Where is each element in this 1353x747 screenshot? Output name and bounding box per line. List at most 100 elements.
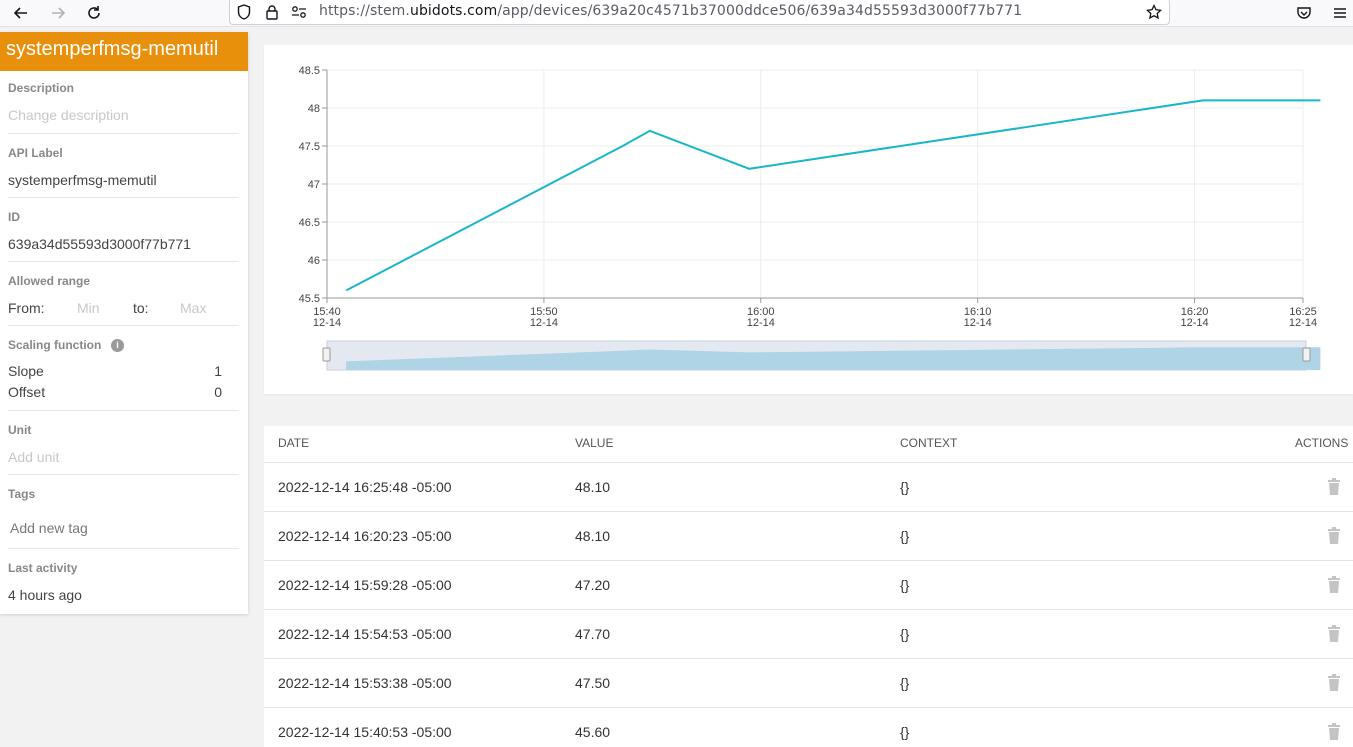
api-label-title: API Label <box>8 146 63 160</box>
range-navigator[interactable] <box>322 340 1321 371</box>
value-cell: 47.20 <box>575 577 611 593</box>
tags-title: Tags <box>8 487 36 501</box>
slope-value[interactable]: 1 <box>214 363 222 379</box>
forward-button[interactable] <box>47 3 69 23</box>
description-label: Description <box>8 81 75 95</box>
info-icon[interactable]: i <box>111 339 124 352</box>
date-cell: 2022-12-14 15:53:38 -05:00 <box>278 675 452 691</box>
from-label: From: <box>8 300 45 316</box>
value-cell: 47.50 <box>575 675 611 691</box>
shield-icon[interactable] <box>235 3 253 21</box>
max-input[interactable]: Max <box>180 300 206 316</box>
unit-input[interactable]: Add unit <box>8 449 59 465</box>
column-header-actions: ACTIONS <box>1295 436 1349 450</box>
x-tick-label-date: 12-14 <box>747 317 775 329</box>
back-button[interactable] <box>10 3 32 23</box>
url-text: https://stem.ubidots.com/app/devices/639… <box>319 3 1023 19</box>
date-cell: 2022-12-14 16:25:48 -05:00 <box>278 479 452 495</box>
unit-title: Unit <box>8 423 32 437</box>
date-cell: 2022-12-14 15:54:53 -05:00 <box>278 626 452 642</box>
browser-toolbar: https://stem.ubidots.com/app/devices/639… <box>0 0 1353 27</box>
reload-button[interactable] <box>83 3 105 23</box>
slope-label: Slope <box>8 363 44 379</box>
description-section: Description Change description <box>8 71 239 134</box>
line-chart[interactable]: 45.54646.54747.54848.5 15:4012-1415:5012… <box>264 45 1353 394</box>
to-label: to: <box>133 300 149 316</box>
pocket-icon <box>1297 7 1311 19</box>
last-activity-section: Last activity 4 hours ago <box>8 549 239 609</box>
table-row[interactable]: 2022-12-14 15:54:53 -05:00 47.70 {} <box>264 609 1353 658</box>
last-activity-value: 4 hours ago <box>8 587 82 603</box>
address-bar[interactable]: https://stem.ubidots.com/app/devices/639… <box>229 0 1170 25</box>
series-line <box>345 99 1321 292</box>
hamburger-menu-icon <box>1334 8 1346 18</box>
navigator-left-handle[interactable] <box>322 347 331 362</box>
context-cell[interactable]: {} <box>900 675 909 691</box>
context-cell[interactable]: {} <box>900 577 909 593</box>
scaling-function-title: Scaling function <box>8 338 102 352</box>
y-tick-label: 45.5 <box>299 293 320 305</box>
api-label-section: API Label systemperfmsg-memutil <box>8 134 239 198</box>
table-row[interactable]: 2022-12-14 15:53:38 -05:00 47.50 {} <box>264 658 1353 707</box>
arrow-left-icon <box>13 7 27 19</box>
tags-section: Tags Add new tag <box>8 475 239 549</box>
lock-icon[interactable] <box>263 3 281 21</box>
id-title: ID <box>8 210 20 224</box>
context-cell[interactable]: {} <box>900 479 909 495</box>
reload-icon <box>88 6 100 19</box>
add-tag-input[interactable]: Add new tag <box>10 520 88 536</box>
y-tick-label: 47 <box>308 179 320 191</box>
scaling-function-section: Scaling function i Slope 1 Offset 0 <box>8 326 239 411</box>
arrow-right-icon <box>52 7 66 19</box>
context-cell[interactable]: {} <box>900 724 909 740</box>
table-row[interactable]: 2022-12-14 16:20:23 -05:00 48.10 {} <box>264 511 1353 560</box>
x-tick-label-date: 12-14 <box>1180 317 1208 329</box>
y-tick-label: 48.5 <box>299 65 320 77</box>
table-row[interactable]: 2022-12-14 15:59:28 -05:00 47.20 {} <box>264 560 1353 609</box>
trash-icon[interactable] <box>1327 527 1341 544</box>
values-table: DATE VALUE CONTEXT ACTIONS 2022-12-14 16… <box>264 426 1353 747</box>
x-tick-label-date: 12-14 <box>1289 317 1317 329</box>
y-tick-label: 47.5 <box>299 141 320 153</box>
trash-icon[interactable] <box>1327 723 1341 740</box>
x-tick-label-date: 12-14 <box>964 317 992 329</box>
value-cell: 45.60 <box>575 724 611 740</box>
description-input[interactable]: Change description <box>8 107 129 123</box>
bookmark-star-icon[interactable] <box>1145 3 1163 21</box>
y-tick-label: 48 <box>308 103 320 115</box>
value-cell: 48.10 <box>575 528 611 544</box>
date-cell: 2022-12-14 15:59:28 -05:00 <box>278 577 452 593</box>
table-row[interactable]: 2022-12-14 15:40:53 -05:00 45.60 {} <box>264 707 1353 747</box>
menu-button[interactable] <box>1329 3 1351 23</box>
id-value: 639a34d55593d3000f77b771 <box>8 236 191 252</box>
x-tick-label-date: 12-14 <box>530 317 558 329</box>
context-cell[interactable]: {} <box>900 626 909 642</box>
trash-icon[interactable] <box>1327 625 1341 642</box>
trash-icon[interactable] <box>1327 674 1341 691</box>
value-cell: 48.10 <box>575 479 611 495</box>
date-cell: 2022-12-14 16:20:23 -05:00 <box>278 528 452 544</box>
column-header-context[interactable]: CONTEXT <box>900 436 957 450</box>
offset-label: Offset <box>8 384 46 400</box>
offset-value[interactable]: 0 <box>214 384 222 400</box>
navigator-right-handle[interactable] <box>1302 347 1311 362</box>
permissions-icon[interactable] <box>290 3 308 21</box>
trash-icon[interactable] <box>1327 478 1341 495</box>
chart-card: 45.5 46 46.5 47 47.5 48 48.5 15:40 12-14 15:50 12… <box>264 45 1353 394</box>
table-row[interactable]: 2022-12-14 16:25:48 -05:00 48.10 {} <box>264 462 1353 511</box>
variable-name-header[interactable]: systemperfmsg-memutil <box>0 32 248 71</box>
pocket-button[interactable] <box>1293 3 1315 23</box>
allowed-range-section: Allowed range From: Min to: Max <box>8 262 239 326</box>
trash-icon[interactable] <box>1327 576 1341 593</box>
id-section: ID 639a34d55593d3000f77b771 <box>8 198 239 262</box>
date-cell: 2022-12-14 15:40:53 -05:00 <box>278 724 452 740</box>
column-header-value[interactable]: VALUE <box>575 436 613 450</box>
context-cell[interactable]: {} <box>900 528 909 544</box>
column-header-date[interactable]: DATE <box>278 436 309 450</box>
allowed-range-title: Allowed range <box>8 274 91 288</box>
api-label-value[interactable]: systemperfmsg-memutil <box>8 172 157 188</box>
y-tick-label: 46.5 <box>299 217 320 229</box>
x-tick-label-date: 12-14 <box>313 317 341 329</box>
min-input[interactable]: Min <box>77 300 100 316</box>
last-activity-title: Last activity <box>8 561 78 575</box>
